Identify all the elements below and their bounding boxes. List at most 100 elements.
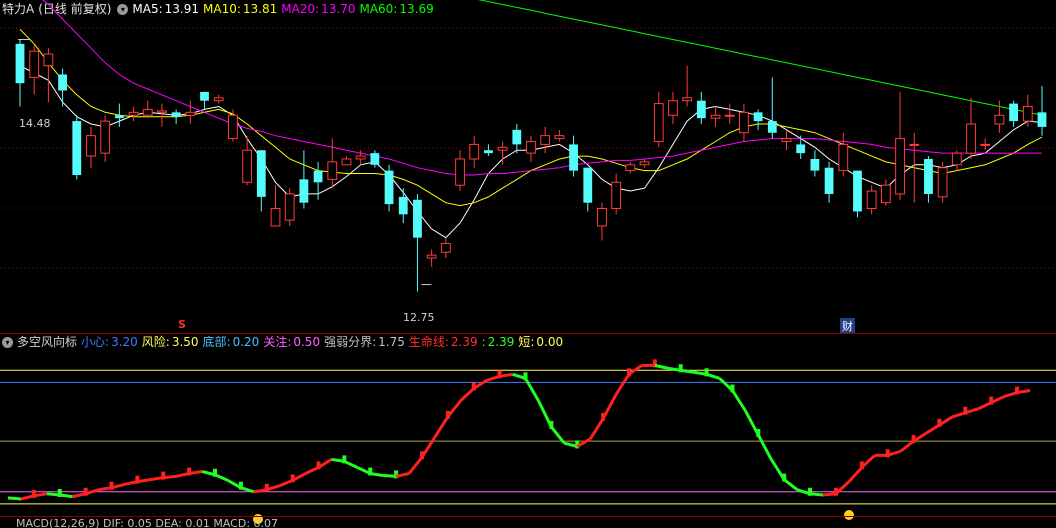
macd-separator xyxy=(0,516,1056,517)
candle-up xyxy=(966,123,976,154)
candle-up xyxy=(29,50,40,78)
candle-up xyxy=(455,158,465,186)
indicator-settings-icon[interactable] xyxy=(2,337,13,348)
candle-down xyxy=(114,115,124,119)
indicator-line-segment xyxy=(446,399,462,418)
candle-down xyxy=(1037,112,1047,127)
indicator-line-segment xyxy=(240,486,255,494)
candle-up xyxy=(86,135,96,157)
indicator-line-segment xyxy=(601,393,618,420)
smiley-signal-icon xyxy=(844,510,854,520)
candle-up xyxy=(142,108,153,116)
candle-up xyxy=(540,135,551,145)
candle-up xyxy=(668,100,678,116)
indicator-name: 多空风向标 xyxy=(17,335,78,349)
candle-up xyxy=(355,155,366,160)
param-risk-value: 3.50 xyxy=(171,335,199,349)
candle-down xyxy=(753,112,763,122)
candle-up xyxy=(1022,106,1033,122)
indicator-line-segment xyxy=(757,434,773,461)
candle-up xyxy=(866,190,877,210)
candle-down xyxy=(824,167,834,194)
param-risk-label: 风险: xyxy=(141,335,170,349)
indicator-line-segment xyxy=(188,470,203,476)
candle-up xyxy=(653,103,664,142)
indicator-line-segment xyxy=(783,478,799,491)
candle-up xyxy=(213,97,224,102)
indicator-line-segment xyxy=(33,492,48,498)
candle-down xyxy=(313,170,323,183)
candle-up xyxy=(327,161,338,180)
candle-down xyxy=(58,74,67,91)
candle-up xyxy=(994,114,1005,125)
candle-down xyxy=(924,158,933,194)
indicator-line-segment xyxy=(847,466,863,483)
candle-down xyxy=(398,196,408,215)
indicator-panel-header: 多空风向标小心:3.20风险:3.50底部:0.20关注:0.50强弱分界:1.… xyxy=(0,333,567,351)
candle-up xyxy=(157,110,167,113)
indicator-line-segment xyxy=(614,373,631,396)
s-event-marker[interactable]: S xyxy=(178,318,186,331)
param-watch-label: 关注: xyxy=(263,335,292,349)
param-divide-label: 强弱分界: xyxy=(324,335,377,349)
finance-event-marker[interactable]: 财 xyxy=(840,318,855,334)
candle-down xyxy=(299,179,309,203)
indicator-line-segment xyxy=(1016,389,1031,395)
candle-up xyxy=(497,146,508,151)
indicator-line-segment xyxy=(731,389,747,412)
candle-up xyxy=(739,111,749,134)
indicator-line-segment xyxy=(654,363,669,370)
candle-up xyxy=(185,111,196,116)
indicator-line-segment xyxy=(59,493,73,499)
candle-down xyxy=(853,170,862,212)
candle-up xyxy=(937,167,948,198)
candle-up xyxy=(469,143,480,160)
candle-up xyxy=(880,184,891,204)
ma-line-3 xyxy=(478,0,1043,116)
candle-up xyxy=(682,97,693,102)
param-lifeline-label: 生命线: xyxy=(408,335,449,349)
param-green-label: : xyxy=(481,335,486,349)
candle-down xyxy=(484,150,493,154)
indicator-line-segment xyxy=(214,473,229,482)
candle-up xyxy=(43,53,54,67)
macd-panel-header: MACD(12,26,9) DIF: 0.05 DEA: 0.01 MACD: … xyxy=(0,518,282,528)
indicator-line-segment xyxy=(343,460,358,469)
indicator-line-segment xyxy=(407,456,424,475)
candle-down xyxy=(370,153,380,165)
indicator-line-segment xyxy=(420,436,437,459)
candle-up xyxy=(440,242,451,253)
candle-up xyxy=(838,143,849,172)
candle-up xyxy=(724,114,735,117)
param-bottom-value: 0.20 xyxy=(232,335,260,349)
macd-text: MACD(12,26,9) DIF: 0.05 DEA: 0.01 MACD: … xyxy=(16,518,279,528)
indicator-line-segment xyxy=(588,418,605,440)
candle-down xyxy=(171,112,181,117)
candle-down xyxy=(72,121,82,175)
indicator-line-segment xyxy=(524,377,540,402)
param-caution-label: 小心: xyxy=(81,335,110,349)
candle-up xyxy=(710,114,721,119)
candle-up xyxy=(554,135,565,140)
candle-up xyxy=(597,208,607,227)
candle-down xyxy=(1009,103,1019,122)
candle-up xyxy=(228,114,238,140)
candle-up xyxy=(625,164,636,172)
candle-down xyxy=(15,43,25,84)
candle-up xyxy=(895,138,905,195)
indicator-line-segment xyxy=(433,416,450,438)
candle-down xyxy=(569,144,578,171)
indicator-line-segment xyxy=(680,368,694,374)
candle-up xyxy=(128,111,139,116)
param-lifeline-value: 2.39 xyxy=(450,335,478,349)
candle-down xyxy=(583,167,593,203)
indicator-line-segment xyxy=(706,372,720,380)
low-price-label: 12.75 xyxy=(403,311,435,324)
candle-down xyxy=(810,158,820,171)
candle-up xyxy=(284,193,295,221)
candle-up xyxy=(100,120,111,154)
kline-chart[interactable] xyxy=(0,0,1056,528)
candle-up xyxy=(909,143,920,146)
candle-down xyxy=(512,129,522,145)
indicator-line-segment xyxy=(860,454,876,469)
